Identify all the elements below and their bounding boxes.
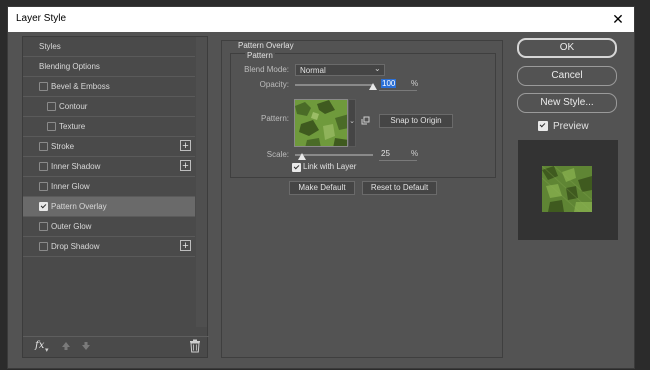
opacity-slider-thumb[interactable] [369,83,377,90]
styles-list-footer: fx ▾ [23,336,209,357]
pattern-group-title: Pattern [245,51,275,60]
reset-to-default-button[interactable]: Reset to Default [362,181,437,195]
move-down-icon[interactable] [81,341,91,351]
pattern-overlay-title: Pattern Overlay [238,41,294,50]
add-effect-plus-icon[interactable]: + [180,240,191,252]
add-effect-plus-icon[interactable]: + [180,140,191,152]
pattern-picker-chevron-icon[interactable]: ⌄ [348,99,356,147]
pattern-label: Pattern: [260,114,289,123]
window-title: Layer Style [16,13,67,24]
scale-value: 25 [381,149,390,158]
sidebar-item-checkbox[interactable] [47,102,56,111]
scale-label: Scale: [266,150,289,159]
snap-to-origin-button[interactable]: Snap to Origin [379,114,453,128]
trash-icon[interactable] [189,339,201,353]
sidebar-item-label: Bevel & Emboss [51,82,110,91]
styles-list-scrollbar[interactable] [196,37,207,327]
link-with-layer-checkbox[interactable] [292,163,301,172]
ok-button[interactable]: OK [517,38,617,58]
sidebar-item-label: Contour [59,102,88,111]
sidebar-item-outer-glow[interactable]: Outer Glow [23,217,195,237]
sidebar-item-stroke[interactable]: Stroke + [23,137,195,157]
add-effect-fx-button[interactable]: fx [35,340,44,351]
sidebar-item-pattern-overlay[interactable]: Pattern Overlay [23,197,195,217]
sidebar-item-label: Inner Glow [51,182,90,191]
sidebar-item-contour[interactable]: Contour [23,97,195,117]
sidebar-item-label: Stroke [51,142,75,151]
preview-pattern [542,166,592,212]
sidebar-item-inner-shadow[interactable]: Inner Shadow + [23,157,195,177]
chevron-down-icon: ⌄ [374,64,381,73]
new-style-button[interactable]: New Style... [517,93,617,113]
blend-mode-label: Blend Mode: [244,65,289,74]
cancel-button[interactable]: Cancel [517,66,617,86]
sidebar-item-label: Drop Shadow [51,242,100,251]
sidebar-item-label: Texture [59,122,86,131]
sidebar-item-blending-options[interactable]: Blending Options [23,57,195,77]
sidebar-item-checkbox[interactable] [39,82,48,91]
move-up-icon[interactable] [61,341,71,351]
scale-slider[interactable] [295,154,373,156]
sidebar-item-label: Blending Options [39,62,100,71]
opacity-label: Opacity: [259,80,289,89]
sidebar-item-drop-shadow[interactable]: Drop Shadow + [23,237,195,257]
sidebar-item-label: Inner Shadow [51,162,101,171]
pattern-overlay-panel: Pattern Overlay Pattern Blend Mode: Norm… [221,40,503,358]
scale-slider-thumb[interactable] [298,153,307,160]
preview-label: Preview [553,121,589,132]
preview-thumbnail [518,140,618,240]
pattern-swatch[interactable] [294,99,348,147]
close-icon[interactable]: ✕ [608,10,628,28]
opacity-percent: % [411,79,419,88]
pattern-group: Pattern Blend Mode: Normal ⌄ Opacity: 10… [230,51,496,178]
opacity-value: 100 [381,79,397,88]
opacity-slider[interactable] [295,84,373,86]
sidebar-item-checkbox[interactable] [47,122,56,131]
title-bar: Layer Style ✕ [8,7,634,32]
sidebar-item-texture[interactable]: Texture [23,117,195,137]
sidebar-item-checkbox[interactable] [39,202,48,211]
sidebar-item-checkbox[interactable] [39,162,48,171]
blend-mode-select[interactable]: Normal ⌄ [295,64,385,76]
scale-percent: % [411,149,419,158]
new-preset-icon[interactable] [361,116,370,125]
link-with-layer-label: Link with Layer [303,162,357,171]
fx-menu-chevron-icon: ▾ [45,347,49,354]
styles-list-panel: Styles Blending Options Bevel & Emboss Cont… [22,36,209,358]
camo-pattern-image [295,100,347,146]
sidebar-item-bevel-emboss[interactable]: Bevel & Emboss [23,77,195,97]
blend-mode-value: Normal [300,66,326,75]
camo-preview-image [542,166,592,212]
sidebar-item-checkbox[interactable] [39,242,48,251]
sidebar-item-inner-glow[interactable]: Inner Glow [23,177,195,197]
sidebar-item-label: Outer Glow [51,222,92,231]
sidebar-item-label: Styles [39,42,61,51]
make-default-button[interactable]: Make Default [289,181,355,195]
add-effect-plus-icon[interactable]: + [180,160,191,172]
sidebar-item-checkbox[interactable] [39,142,48,151]
sidebar-item-checkbox[interactable] [39,182,48,191]
sidebar-item-styles[interactable]: Styles [23,37,195,57]
sidebar-item-label: Pattern Overlay [51,202,107,211]
sidebar-item-checkbox[interactable] [39,222,48,231]
preview-checkbox[interactable] [538,121,548,131]
